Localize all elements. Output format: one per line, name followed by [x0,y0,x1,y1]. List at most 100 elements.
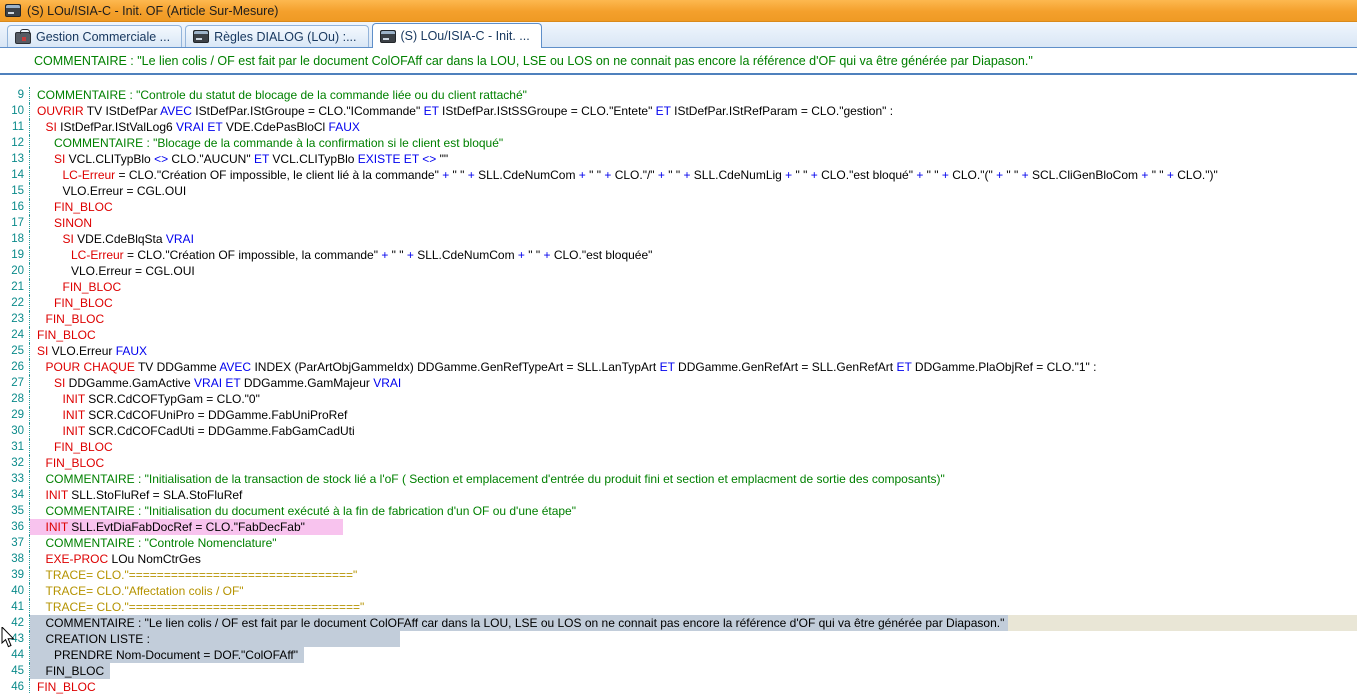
code-line[interactable]: 31FIN_BLOC [0,439,1357,455]
code-line[interactable]: 19LC-Erreur = CLO."Création OF impossibl… [0,247,1357,263]
code-line-content[interactable]: INIT SCR.CdCOFCadUti = DDGamme.FabGamCad… [30,423,1357,439]
code-line-content[interactable]: COMMENTAIRE : "Initialisation du documen… [30,503,1357,519]
code-line-content[interactable]: INIT SLL.StoFluRef = SLA.StoFluRef [30,487,1357,503]
code-line[interactable]: 24FIN_BLOC [0,327,1357,343]
code-line[interactable]: 42COMMENTAIRE : "Le lien colis / OF est … [0,615,1357,631]
code-text: COMMENTAIRE : "Initialisation de la tran… [30,471,945,487]
code-line-content[interactable]: FIN_BLOC [30,679,1357,694]
code-line[interactable]: 40TRACE= CLO."Affectation colis / OF" [0,583,1357,599]
line-number: 37 [0,535,30,551]
code-line-content[interactable]: FIN_BLOC [30,295,1357,311]
code-line[interactable]: 18SI VDE.CdeBlqSta VRAI [0,231,1357,247]
code-line-content[interactable]: FIN_BLOC [30,455,1357,471]
code-line-content[interactable]: OUVRIR TV IStDefPar AVEC IStDefPar.IStGr… [30,103,1357,119]
code-line-content[interactable]: FIN_BLOC [30,199,1357,215]
code-line-content[interactable]: VLO.Erreur = CGL.OUI [30,263,1357,279]
code-line[interactable]: 30INIT SCR.CdCOFCadUti = DDGamme.FabGamC… [0,423,1357,439]
code-line-content[interactable]: INIT SCR.CdCOFUniPro = DDGamme.FabUniPro… [30,407,1357,423]
code-line[interactable]: 16FIN_BLOC [0,199,1357,215]
code-line-content[interactable]: VLO.Erreur = CGL.OUI [30,183,1357,199]
code-token: COMMENTAIRE : "Controle du statut de blo… [37,88,527,102]
code-line[interactable]: 32FIN_BLOC [0,455,1357,471]
code-line-content[interactable]: FIN_BLOC [30,663,1357,679]
code-line-content[interactable]: FIN_BLOC [30,311,1357,327]
code-line-content[interactable]: COMMENTAIRE : "Le lien colis / OF est fa… [30,615,1357,631]
code-line-content[interactable]: EXE-PROC LOu NomCtrGes [30,551,1357,567]
selected-text: FIN_BLOC [30,663,110,679]
code-token: FAUX [116,344,147,358]
code-line[interactable]: 17SINON [0,215,1357,231]
code-line[interactable]: 43CREATION LISTE : [0,631,1357,647]
code-line[interactable]: 14LC-Erreur = CLO."Création OF impossibl… [0,167,1357,183]
code-line[interactable]: 9 COMMENTAIRE : "Controle du statut de bl… [0,87,1357,103]
window-title-bar[interactable]: (S) LOu/ISIA-C - Init. OF (Article Sur-M… [0,0,1357,22]
code-line-content[interactable]: SINON [30,215,1357,231]
code-line-content[interactable]: INIT SCR.CdCOFTypGam = CLO."0" [30,391,1357,407]
code-line[interactable]: 37COMMENTAIRE : "Controle Nomenclature" [0,535,1357,551]
code-line-content[interactable]: FIN_BLOC [30,327,1357,343]
code-token: LOu NomCtrGes [108,552,201,566]
tab-gestion-commerciale[interactable]: Gestion Commerciale ... [7,25,182,47]
code-line[interactable]: 15VLO.Erreur = CGL.OUI [0,183,1357,199]
code-line[interactable]: 23FIN_BLOC [0,311,1357,327]
code-line-content[interactable]: PRENDRE Nom-Document = DOF."ColOFAff" [30,647,1357,663]
code-line[interactable]: 12COMMENTAIRE : "Blocage de la commande … [0,135,1357,151]
line-number: 9 [0,87,30,103]
code-area[interactable]: 9 COMMENTAIRE : "Controle du statut de bl… [0,87,1357,694]
code-line-content[interactable]: FIN_BLOC [30,439,1357,455]
code-line[interactable]: 10OUVRIR TV IStDefPar AVEC IStDefPar.ISt… [0,103,1357,119]
tab-lou-isia-c-active[interactable]: (S) LOu/ISIA-C - Init. ... [372,23,542,48]
code-line-content[interactable]: POUR CHAQUE TV DDGamme AVEC INDEX (ParAr… [30,359,1357,375]
code-line[interactable]: 29INIT SCR.CdCOFUniPro = DDGamme.FabUniP… [0,407,1357,423]
code-token: POUR CHAQUE [46,360,135,374]
code-line[interactable]: 44PRENDRE Nom-Document = DOF."ColOFAff" [0,647,1357,663]
code-line[interactable]: 36INIT SLL.EvtDiaFabDocRef = CLO."FabDec… [0,519,1357,535]
code-line-content[interactable]: INIT SLL.EvtDiaFabDocRef = CLO."FabDecFa… [30,519,1357,535]
code-token: + [468,168,475,182]
code-line-content[interactable]: SI VLO.Erreur FAUX [30,343,1357,359]
code-text: SI VCL.CLITypBlo <> CLO."AUCUN" ET VCL.C… [30,151,448,167]
code-line[interactable]: 33COMMENTAIRE : "Initialisation de la tr… [0,471,1357,487]
code-line-content[interactable]: TRACE= CLO."============================… [30,567,1357,583]
selected-text: PRENDRE Nom-Document = DOF."ColOFAff" [30,647,304,663]
code-line-content[interactable]: SI VCL.CLITypBlo <> CLO."AUCUN" ET VCL.C… [30,151,1357,167]
code-line[interactable]: 22FIN_BLOC [0,295,1357,311]
code-line-content[interactable]: TRACE= CLO."============================… [30,599,1357,615]
code-line-content[interactable]: LC-Erreur = CLO."Création OF impossible,… [30,247,1357,263]
code-line[interactable]: 25SI VLO.Erreur FAUX [0,343,1357,359]
code-line[interactable]: 13SI VCL.CLITypBlo <> CLO."AUCUN" ET VCL… [0,151,1357,167]
code-line[interactable]: 34INIT SLL.StoFluRef = SLA.StoFluRef [0,487,1357,503]
tab-regles-dialog[interactable]: Règles DIALOG (LOu) :... [185,25,368,47]
code-token: " " [586,168,605,182]
code-line[interactable]: 39TRACE= CLO."==========================… [0,567,1357,583]
code-line-content[interactable]: LC-Erreur = CLO."Création OF impossible,… [30,167,1357,183]
code-line-content[interactable]: FIN_BLOC [30,279,1357,295]
line-number: 31 [0,439,30,455]
code-line[interactable]: 20VLO.Erreur = CGL.OUI [0,263,1357,279]
code-token: IStDefPar.IStValLog6 [57,120,176,134]
code-line-content[interactable]: SI DDGamme.GamActive VRAI ET DDGamme.Gam… [30,375,1357,391]
code-line-content[interactable]: SI VDE.CdeBlqSta VRAI [30,231,1357,247]
code-line[interactable]: 11SI IStDefPar.IStValLog6 VRAI ET VDE.Cd… [0,119,1357,135]
code-line-content[interactable]: COMMENTAIRE : "Controle Nomenclature" [30,535,1357,551]
code-token: SCR.CdCOFCadUti = DDGamme.FabGamCadUti [85,424,355,438]
code-text: TRACE= CLO."============================… [30,567,357,583]
code-line-content[interactable]: COMMENTAIRE : "Initialisation de la tran… [30,471,1357,487]
code-line[interactable]: 21FIN_BLOC [0,279,1357,295]
code-line[interactable]: 46FIN_BLOC [0,679,1357,694]
code-line[interactable]: 38EXE-PROC LOu NomCtrGes [0,551,1357,567]
code-line-content[interactable]: SI IStDefPar.IStValLog6 VRAI ET VDE.CdeP… [30,119,1357,135]
code-line[interactable]: 28INIT SCR.CdCOFTypGam = CLO."0" [0,391,1357,407]
code-line-content[interactable]: CREATION LISTE : [30,631,1357,647]
code-line[interactable]: 35COMMENTAIRE : "Initialisation du docum… [0,503,1357,519]
code-line[interactable]: 26POUR CHAQUE TV DDGamme AVEC INDEX (Par… [0,359,1357,375]
line-number: 46 [0,679,30,694]
code-line[interactable]: 45FIN_BLOC [0,663,1357,679]
code-line-content[interactable]: COMMENTAIRE : "Controle du statut de blo… [30,87,1357,103]
code-line-content[interactable]: COMMENTAIRE : "Blocage de la commande à … [30,135,1357,151]
code-line[interactable]: 27SI DDGamme.GamActive VRAI ET DDGamme.G… [0,375,1357,391]
code-line-content[interactable]: TRACE= CLO."Affectation colis / OF" [30,583,1357,599]
code-line[interactable]: 41TRACE= CLO."==========================… [0,599,1357,615]
code-token: SLL.CdeNumCom [475,168,579,182]
app-window-icon [5,4,21,17]
